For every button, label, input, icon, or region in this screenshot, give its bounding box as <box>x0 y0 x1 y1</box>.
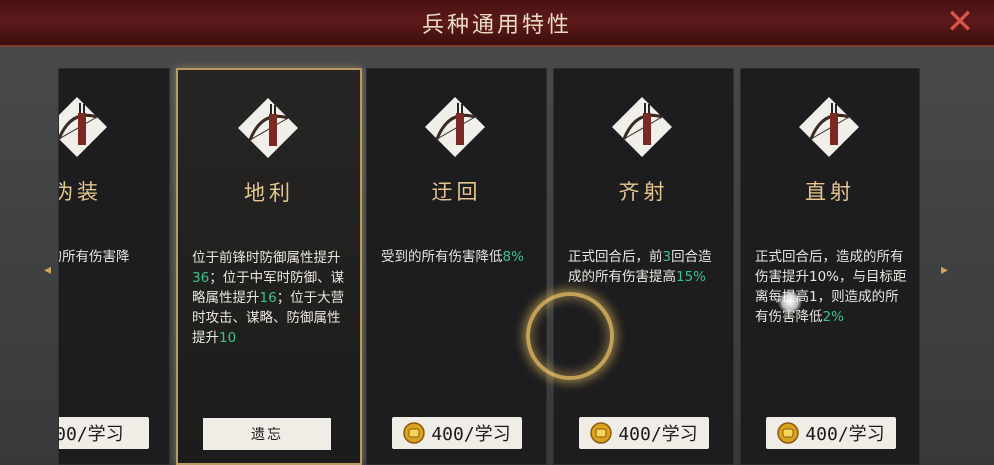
desc-value: 2% <box>822 309 844 325</box>
learn-cost-button[interactable]: 400/学习 <box>579 417 709 449</box>
trait-card-camouflage[interactable]: 伪装 兵的所有伤害降 400/学习 <box>58 68 170 465</box>
bow-and-quiver-emblem-icon <box>799 97 859 157</box>
trait-name: 直射 <box>805 180 855 204</box>
gold-fist-coin-icon <box>777 422 800 444</box>
desc-text: 正式回合后，前 <box>568 249 663 265</box>
gold-fist-coin-icon <box>403 422 426 444</box>
learn-cost-button[interactable]: 400/学习 <box>59 417 149 449</box>
trait-name: 伪装 <box>59 180 102 204</box>
trait-description: 正式回合后，前3回合造成的所有伤害提高15% <box>568 247 721 287</box>
trait-description: 受到的所有伤害降低8% <box>381 247 534 267</box>
trait-card-direct-fire[interactable]: 直射 正式回合后，造成的所有伤害提升10%，与目标距离每提高1，则造成的所有伤害… <box>740 68 920 465</box>
cost-label: 400/学习 <box>805 424 885 445</box>
gold-fist-coin-icon <box>590 422 613 444</box>
cost-label: 400/学习 <box>618 424 698 445</box>
trait-card-volley[interactable]: 齐射 正式回合后，前3回合造成的所有伤害提高15% 400/学习 <box>553 68 734 465</box>
trait-description: 兵的所有伤害降 <box>59 247 169 267</box>
click-ripple-effect <box>526 292 614 380</box>
desc-value: 16 <box>259 290 277 306</box>
bow-and-quiver-emblem-icon <box>238 98 298 158</box>
trait-description: 正式回合后，造成的所有伤害提升10%，与目标距离每提高1，则造成的所有伤害降低2… <box>755 247 907 327</box>
bow-and-quiver-emblem-icon <box>612 97 672 157</box>
close-icon[interactable]: ✕ <box>944 5 976 39</box>
desc-value: 3 <box>662 249 672 265</box>
scroll-left-arrow-icon[interactable]: ◂ <box>44 262 51 278</box>
bow-and-quiver-emblem-icon <box>59 97 107 157</box>
touch-indicator <box>778 290 802 314</box>
cost-label: 400/学习 <box>59 424 124 445</box>
forget-button[interactable]: 遗忘 <box>203 418 331 450</box>
window-title: 兵种通用特性 <box>421 13 572 38</box>
desc-text: 兵的所有伤害降 <box>59 249 130 265</box>
bow-and-quiver-emblem-icon <box>425 97 485 157</box>
trait-card-flank[interactable]: 迂回 受到的所有伤害降低8% 400/学习 <box>366 68 547 465</box>
learn-cost-button[interactable]: 400/学习 <box>766 417 896 449</box>
trait-name: 迂回 <box>431 180 482 204</box>
scroll-right-arrow-icon[interactable]: ▸ <box>941 262 948 278</box>
cost-label: 400/学习 <box>431 424 511 445</box>
desc-value: 36 <box>192 270 210 286</box>
trait-name: 齐射 <box>618 180 669 204</box>
learn-cost-button[interactable]: 400/学习 <box>392 417 522 449</box>
trait-name: 地利 <box>244 181 294 205</box>
trait-card-terrain[interactable]: 地利 位于前锋时防御属性提升36；位于中军时防御、谋略属性提升16；位于大营时攻… <box>176 68 362 465</box>
trait-description: 位于前锋时防御属性提升36；位于中军时防御、谋略属性提升16；位于大营时攻击、谋… <box>192 248 348 348</box>
title-bar: 兵种通用特性 ✕ <box>0 0 994 47</box>
desc-value: 10 <box>219 330 237 346</box>
desc-value: 15% <box>676 269 707 285</box>
desc-value: 8% <box>502 249 524 265</box>
desc-text: 受到的所有伤害降低 <box>381 249 503 265</box>
desc-text: 位于前锋时防御属性提升 <box>192 250 341 266</box>
